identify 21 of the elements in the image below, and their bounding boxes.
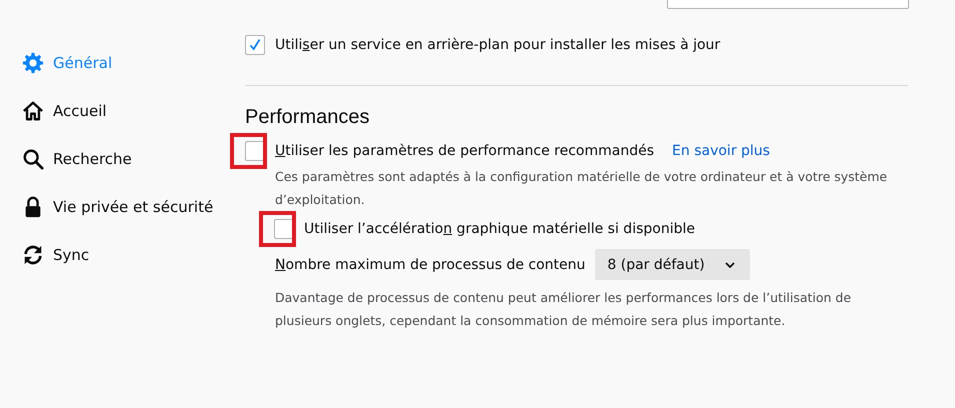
checkbox-label: Utiliser les paramètres de performance recommandés: [275, 143, 654, 159]
gear-icon: [22, 52, 44, 74]
field-label: Nombre maximum de processus de contenu: [275, 256, 586, 272]
sidebar-item[interactable]: Sync: [0, 231, 245, 279]
dropdown[interactable]: 8 (par défaut): [595, 249, 750, 280]
sidebar-item[interactable]: Recherche: [0, 135, 245, 183]
chevron-down-icon: [725, 262, 736, 268]
checkbox[interactable]: [245, 35, 265, 55]
checkbox[interactable]: [245, 141, 265, 161]
checkbox-label: Utiliser l’accélération graphique matérielle si disponible: [304, 221, 695, 237]
search-icon: [22, 148, 44, 170]
home-icon: [22, 100, 44, 122]
learn-more-link[interactable]: En savoir plus: [672, 143, 770, 159]
sync-icon: [22, 244, 44, 266]
sidebar-item[interactable]: Vie privée et sécurité: [0, 183, 245, 231]
description-text: Davantage de processus de contenu peut améliorer les performances lors de l’utilisation de plusieurs onglets, cependant la consommation de mémoire sera plus importante.: [275, 289, 852, 330]
sidebar-item[interactable]: Accueil: [0, 87, 245, 135]
description-text: Ces paramètres sont adaptés à la configuration matérielle de votre ordinateur et à votre système d’exploitation.: [275, 168, 888, 209]
checkbox[interactable]: [274, 219, 294, 239]
section-heading: Performances: [245, 106, 370, 129]
checkbox-label: Utiliser un service en arrière-plan pour installer les mises à jour: [275, 37, 720, 53]
